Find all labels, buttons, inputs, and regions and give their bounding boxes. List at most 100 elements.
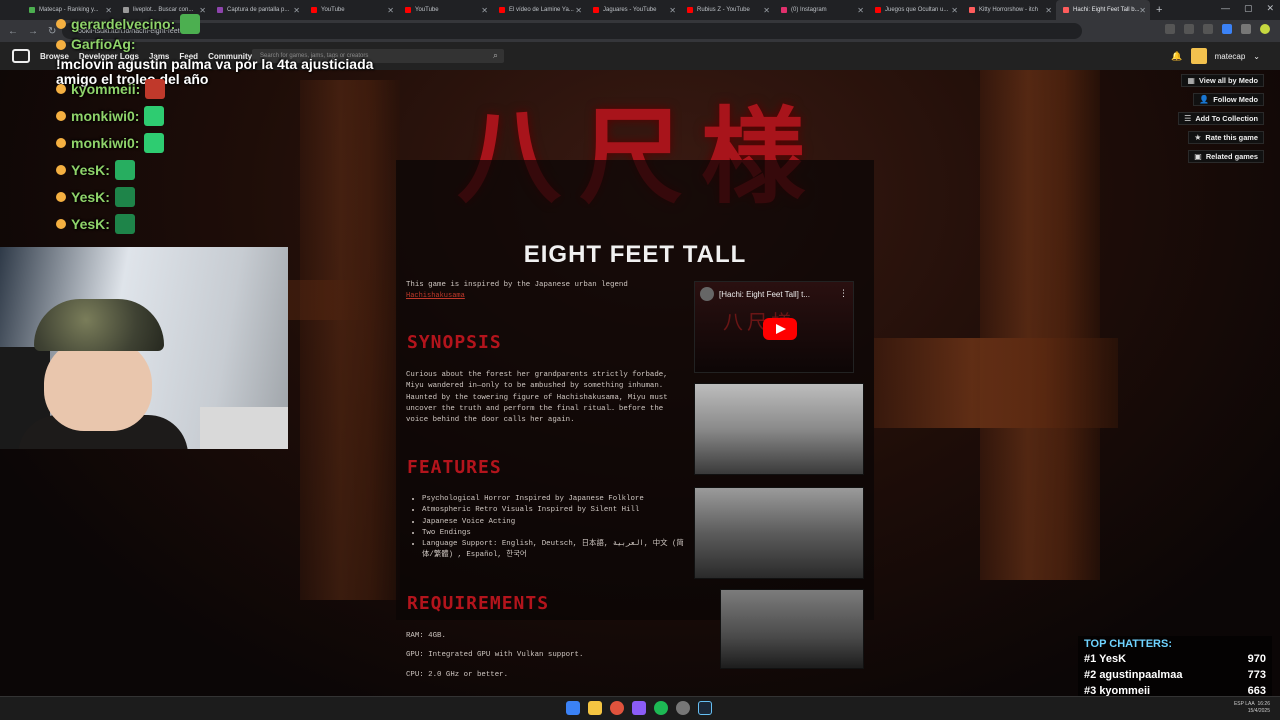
browser-tab[interactable]: Juegos que Ocultan u... ✕: [868, 0, 962, 20]
forward-icon[interactable]: →: [28, 26, 38, 37]
stream-chat: gerardelvecino: GarfioAg: !mclovin agustin…: [56, 10, 376, 237]
chat-badge-icon: [56, 39, 66, 50]
side-button[interactable]: ▣ Related games: [1188, 150, 1264, 163]
spotify-icon[interactable]: [654, 701, 668, 715]
chat-badge-icon: [56, 83, 66, 94]
chatter-name: YesK:: [71, 161, 110, 178]
extension-icon[interactable]: [1222, 24, 1232, 34]
screenshot-torii[interactable]: [694, 383, 864, 475]
more-vert-icon[interactable]: ⋮: [839, 288, 848, 299]
chat-badge-icon: [56, 18, 66, 29]
browser-tab[interactable]: Rubius Z - YouTube ✕: [680, 0, 774, 20]
chat-badge-icon: [56, 191, 66, 202]
side-button[interactable]: ★ Rate this game: [1188, 131, 1264, 144]
steam-icon[interactable]: [698, 701, 712, 715]
close-window-icon[interactable]: ✕: [1266, 3, 1274, 14]
browser-tab[interactable]: Jaguares - YouTube ✕: [586, 0, 680, 20]
chat-emote-icon: [144, 105, 165, 126]
camo-cap: [34, 299, 164, 351]
rank: #2: [1084, 669, 1097, 681]
chrome-icon[interactable]: [610, 701, 624, 715]
close-tab-icon[interactable]: ✕: [387, 6, 394, 15]
streamer-face: [44, 339, 152, 431]
synopsis-text: Curious about the forest her grandparent…: [406, 371, 668, 425]
close-tab-icon[interactable]: ✕: [951, 6, 958, 15]
close-tab-icon[interactable]: ✕: [481, 6, 488, 15]
chat-emote-icon: [114, 213, 135, 234]
chatter-name: GarfioAg:: [71, 36, 136, 52]
eye-off-icon[interactable]: [1184, 24, 1194, 34]
top-chatter-row: #1 YesK 970: [1084, 653, 1266, 669]
youtube-embed[interactable]: [Hachi: Eight Feet Tall] t... ⋮ 八尺様: [694, 281, 854, 373]
side-button[interactable]: ☰ Add To Collection: [1178, 112, 1264, 125]
close-tab-icon[interactable]: ✕: [669, 6, 676, 15]
tab-label: Kitty Horrorshow - itch: [979, 7, 1039, 13]
close-tab-icon[interactable]: ✕: [763, 6, 770, 15]
profile-icon[interactable]: [1260, 24, 1270, 34]
chat-line: monkiwi0:: [56, 129, 376, 156]
legend-link[interactable]: Hachishakusama: [406, 291, 686, 302]
webcam-feed: [0, 247, 288, 449]
tab-favicon-icon: [405, 7, 411, 13]
close-tab-icon[interactable]: ✕: [1139, 6, 1146, 15]
chat-line: YesK:: [56, 156, 376, 183]
requirement-item: GPU: Integrated GPU with Vulkan support.: [406, 651, 584, 660]
username[interactable]: matecap: [1215, 52, 1246, 61]
screenshot-forest[interactable]: [694, 487, 864, 579]
side-button[interactable]: 👤 Follow Medo: [1193, 93, 1264, 106]
chevron-down-icon[interactable]: ⌄: [1253, 52, 1260, 61]
bell-icon[interactable]: 🔔: [1171, 51, 1182, 62]
chatter-name: monkiwi0:: [71, 134, 140, 151]
play-icon[interactable]: [763, 318, 797, 340]
side-button[interactable]: ▦ View all by Medo: [1181, 74, 1264, 87]
close-tab-icon[interactable]: ✕: [575, 6, 582, 15]
language-indicator[interactable]: ESP LAA: [1234, 701, 1255, 707]
score: 773: [1247, 669, 1266, 681]
file-explorer-icon[interactable]: [588, 701, 602, 715]
browser-tab[interactable]: (0) Instagram ✕: [774, 0, 868, 20]
side-button-label: View all by Medo: [1198, 76, 1258, 85]
screenshot-trees[interactable]: [720, 589, 864, 669]
app-icon[interactable]: [632, 701, 646, 715]
user-area: 🔔 matecap ⌄: [1171, 48, 1260, 64]
browser-tab[interactable]: El vídeo de Lamine Ya... ✕: [492, 0, 586, 20]
chat-line: monkiwi0:: [56, 102, 376, 129]
chat-emote-icon: [180, 13, 201, 34]
top-chatter-row: #2 agustinpaalmaa 773: [1084, 669, 1266, 685]
video-title[interactable]: [Hachi: Eight Feet Tall] t...: [719, 290, 810, 299]
new-tab-icon[interactable]: +: [1156, 4, 1162, 16]
browser-tab[interactable]: Kitty Horrorshow - itch ✕: [962, 0, 1056, 20]
minimize-icon[interactable]: —: [1221, 3, 1230, 14]
tab-favicon-icon: [1063, 7, 1069, 13]
chat-badge-icon: [56, 137, 66, 148]
star-icon: ★: [1194, 133, 1202, 142]
avatar[interactable]: [1190, 48, 1207, 64]
close-tab-icon[interactable]: ✕: [1045, 6, 1052, 15]
windows-start-icon[interactable]: [566, 701, 580, 715]
chat-emote-icon: [145, 78, 166, 99]
follow-icon: 👤: [1199, 95, 1210, 104]
chat-emote-icon: [114, 159, 135, 180]
browser-tab[interactable]: YouTube ✕: [398, 0, 492, 20]
chatter-name: gerardelvecino:: [71, 15, 176, 32]
synopsis-heading: SYNOPSIS: [407, 332, 502, 353]
close-tab-icon[interactable]: ✕: [857, 6, 864, 15]
clock-time[interactable]: 16:26: [1257, 701, 1270, 707]
bookmark-star-icon[interactable]: [1203, 24, 1213, 34]
maximize-icon[interactable]: ▢: [1244, 3, 1253, 14]
puzzle-icon[interactable]: [1241, 24, 1251, 34]
score: 970: [1247, 653, 1266, 665]
browser-tab[interactable]: Hachi: Eight Feet Tall b... ✕: [1056, 0, 1150, 20]
itch-logo-icon[interactable]: [12, 49, 30, 63]
torii-beam: [874, 338, 1118, 428]
translate-icon[interactable]: [1165, 24, 1175, 34]
search-icon[interactable]: ⌕: [493, 50, 498, 61]
window-controls: — ▢ ✕: [1221, 3, 1274, 14]
settings-icon[interactable]: [676, 701, 690, 715]
back-icon[interactable]: ←: [8, 26, 18, 37]
requirements-list: RAM: 4GB. GPU: Integrated GPU with Vulkan…: [406, 631, 686, 689]
chat-line: gerardelvecino:: [56, 10, 376, 37]
clock-date[interactable]: 15/4/2025: [1248, 708, 1270, 714]
chat-badge-icon: [56, 110, 66, 121]
tab-label: YouTube: [415, 7, 439, 13]
